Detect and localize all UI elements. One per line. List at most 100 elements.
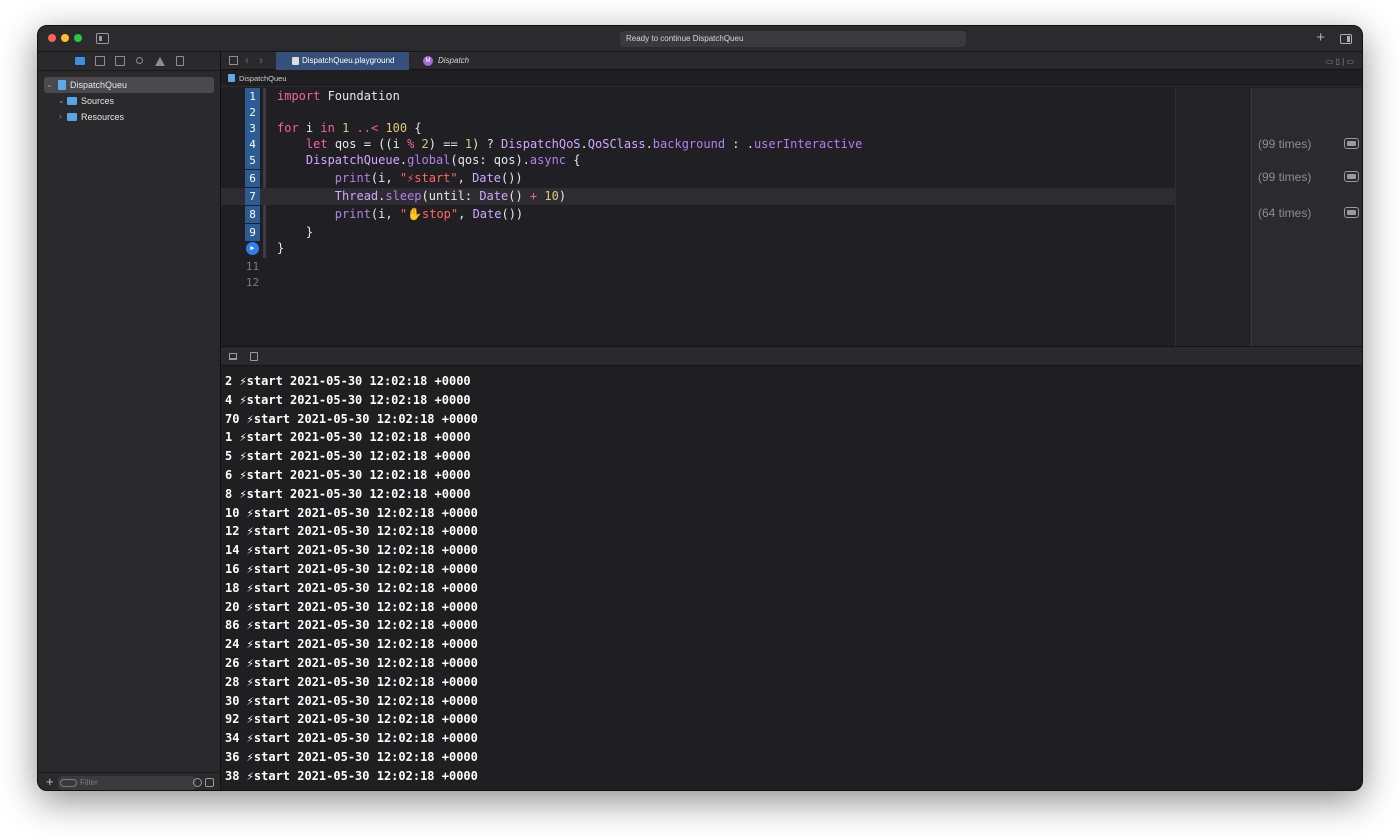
code-text: let qos = ((i % 2) == 1) ? DispatchQoS.Q… [305, 137, 863, 151]
console-line: 2 ⚡start 2021-05-30 12:02:18 +0000 [225, 374, 471, 388]
line-number[interactable]: 4 [245, 136, 260, 153]
line-number[interactable]: 6 [245, 170, 260, 187]
source-control-filter-icon[interactable] [205, 778, 214, 787]
code-text: } [277, 241, 285, 255]
result-label: (64 times) [1258, 206, 1312, 220]
recent-files-icon[interactable] [193, 778, 202, 787]
line-number[interactable]: 12 [245, 274, 260, 291]
code-text: DispatchQueue.global(qos: qos).async { [305, 153, 581, 167]
line-number[interactable]: 7 [245, 188, 260, 205]
navigator-sidebar: ⌄ DispatchQueu ⌄ Sources › Resources + F… [38, 52, 221, 790]
code-line[interactable]: 3 for i in 1 ..< 100 { [221, 120, 1251, 137]
code-line[interactable]: 4 let qos = ((i % 2) == 1) ? DispatchQoS… [221, 136, 1251, 153]
filter-placeholder: Filter [80, 778, 98, 787]
console-line: 92 ⚡start 2021-05-30 12:02:18 +0000 [225, 712, 478, 727]
code-line[interactable]: 5 DispatchQueue.global(qos: qos).async { [221, 152, 1251, 169]
tab-label: DispatchQueu.playground [302, 56, 395, 65]
issue-navigator-icon[interactable] [155, 57, 165, 66]
result-row[interactable]: (64 times) [1252, 204, 1362, 222]
quick-look-icon[interactable] [1344, 171, 1359, 182]
tree-item-label: Sources [81, 96, 115, 106]
line-number[interactable]: 3 [245, 120, 260, 137]
console-line: 5 ⚡start 2021-05-30 12:02:18 +0000 [225, 449, 471, 464]
jump-bar[interactable]: DispatchQueu [221, 70, 1362, 87]
console-line: 6 ⚡start 2021-05-30 12:02:18 +0000 [225, 467, 471, 482]
debug-area-bar [221, 346, 1362, 366]
playground-file-icon [292, 57, 299, 65]
editor-options-icon[interactable]: ▭ ▯ | ▭ [1326, 57, 1354, 66]
tree-item-playground[interactable]: ⌄ DispatchQueu [44, 77, 214, 93]
activity-status: Ready to continue DispatchQueu [620, 31, 966, 47]
result-row[interactable]: (99 times) [1252, 168, 1362, 186]
code-line[interactable]: 11 [221, 258, 1251, 275]
code-text: import Foundation [277, 89, 400, 103]
result-row[interactable]: (99 times) [1252, 135, 1362, 153]
folder-icon [67, 113, 77, 121]
line-number[interactable]: 9 [245, 224, 260, 241]
related-items-icon[interactable] [229, 56, 238, 65]
tree-item-sources[interactable]: ⌄ Sources [38, 93, 220, 109]
console-line: 86 ⚡start 2021-05-30 12:02:18 +0000 [225, 618, 478, 633]
code-line[interactable]: 1 import Foundation [221, 88, 1251, 105]
symbol-navigator-icon[interactable] [115, 56, 125, 66]
close-window-button[interactable] [48, 34, 56, 42]
navigator-filter-bar: + Filter [38, 772, 220, 790]
code-line[interactable]: ▶ } [221, 240, 1251, 257]
zoom-window-button[interactable] [74, 34, 82, 42]
playground-file-icon [228, 74, 235, 82]
breadcrumb[interactable]: DispatchQueu [239, 74, 287, 83]
line-number[interactable]: 8 [245, 206, 260, 223]
add-library-icon[interactable]: + [1316, 30, 1325, 46]
line-number[interactable]: 11 [245, 258, 260, 275]
add-file-icon[interactable]: + [46, 774, 54, 789]
console-line: 36 ⚡start 2021-05-30 12:02:18 +0000 [225, 749, 478, 764]
filter-input[interactable]: Filter [58, 776, 196, 790]
tab-playground[interactable]: DispatchQueu.playground [276, 52, 409, 70]
code-text: print(i, "✋stop", Date()) [334, 207, 524, 221]
tree-item-label: DispatchQueu [70, 80, 128, 90]
chevron-down-icon[interactable]: ⌄ [46, 77, 53, 93]
code-line[interactable]: 8 print(i, "✋stop", Date()) [221, 206, 1251, 223]
editor-main-area: ‹ › DispatchQueu.playground M Dispatch ▭… [221, 52, 1362, 790]
console-output[interactable]: 2 ⚡start 2021-05-30 12:02:18 +0000 4 ⚡st… [221, 367, 1362, 790]
code-text: for i in 1 ..< 100 { [277, 121, 422, 135]
filter-options-icon[interactable] [60, 779, 77, 787]
project-navigator-icon[interactable] [75, 57, 85, 65]
inspector-toggle-icon[interactable] [1340, 34, 1352, 44]
forward-arrow-icon[interactable]: › [259, 53, 263, 67]
test-navigator-icon[interactable] [176, 56, 184, 66]
code-text: } [277, 225, 314, 239]
folder-icon [67, 97, 77, 105]
line-number[interactable]: 2 [245, 104, 260, 121]
quick-look-icon[interactable] [1344, 207, 1359, 218]
code-line[interactable]: 6 print(i, "⚡start", Date()) [221, 170, 1251, 187]
minimap[interactable] [1175, 88, 1251, 346]
code-line[interactable]: 12 [221, 274, 1251, 291]
chevron-right-icon[interactable]: › [59, 109, 62, 125]
title-bar: Ready to continue DispatchQueu + [38, 26, 1362, 52]
console-line: 14 ⚡start 2021-05-30 12:02:18 +0000 [225, 543, 478, 558]
find-navigator-icon[interactable] [136, 57, 143, 64]
tab-dispatch[interactable]: M Dispatch [411, 52, 511, 70]
code-area[interactable]: 1 import Foundation 2 3 for i in 1 ..< 1… [221, 88, 1251, 346]
hide-debug-area-icon[interactable] [229, 353, 237, 360]
code-line-current[interactable]: 7 Thread.sleep(until: Date() + 10) [221, 188, 1251, 205]
minimize-window-button[interactable] [61, 34, 69, 42]
playground-file-icon [58, 80, 66, 90]
code-line[interactable]: 9 } [221, 224, 1251, 241]
result-label: (99 times) [1258, 137, 1312, 151]
quick-look-icon[interactable] [1344, 138, 1359, 149]
line-number[interactable]: 1 [245, 88, 260, 105]
chevron-down-icon[interactable]: ⌄ [58, 93, 65, 109]
run-playground-button[interactable]: ▶ [246, 242, 259, 255]
code-editor[interactable]: 1 import Foundation 2 3 for i in 1 ..< 1… [221, 88, 1251, 346]
sidebar-toggle-icon[interactable] [96, 33, 109, 44]
code-line[interactable]: 2 [221, 104, 1251, 121]
source-control-navigator-icon[interactable] [95, 56, 105, 66]
line-number[interactable]: 5 [245, 152, 260, 169]
console-view-icon[interactable] [250, 352, 258, 361]
back-arrow-icon[interactable]: ‹ [245, 53, 249, 67]
tree-item-resources[interactable]: › Resources [38, 109, 220, 125]
console-line: 20 ⚡start 2021-05-30 12:02:18 +0000 [225, 599, 478, 614]
console-line: 18 ⚡start 2021-05-30 12:02:18 +0000 [225, 580, 478, 595]
